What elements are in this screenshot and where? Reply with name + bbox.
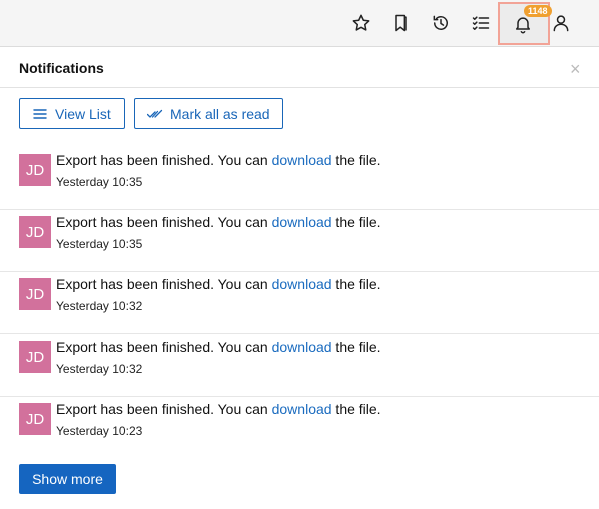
history-icon[interactable] xyxy=(426,8,456,38)
notification-message: Export has been finished. You can downlo… xyxy=(56,401,381,417)
avatar: JD xyxy=(19,403,51,435)
notification-item: JD Export has been finished. You can dow… xyxy=(0,335,599,397)
view-list-button[interactable]: View List xyxy=(19,98,125,129)
notification-item: JD Export has been finished. You can dow… xyxy=(0,210,599,272)
star-icon[interactable] xyxy=(346,8,376,38)
notification-message: Export has been finished. You can downlo… xyxy=(56,214,381,230)
bell-icon xyxy=(516,17,530,34)
notification-time: Yesterday 10:35 xyxy=(56,175,143,189)
mark-all-read-label: Mark all as read xyxy=(170,105,270,122)
close-icon[interactable]: × xyxy=(570,60,581,78)
avatar: JD xyxy=(19,154,51,186)
view-list-label: View List xyxy=(55,105,111,122)
notification-time: Yesterday 10:32 xyxy=(56,362,143,376)
bookmark-icon[interactable] xyxy=(386,8,416,38)
checklist-icon[interactable] xyxy=(466,8,496,38)
double-check-icon xyxy=(147,109,163,118)
top-toolbar: 1148 xyxy=(0,0,599,47)
notification-time: Yesterday 10:35 xyxy=(56,237,143,251)
list-icon xyxy=(33,108,47,119)
avatar: JD xyxy=(19,341,51,373)
notification-item: JD Export has been finished. You can dow… xyxy=(0,148,599,210)
notifications-bell-button[interactable]: 1148 xyxy=(498,2,552,45)
download-link[interactable]: download xyxy=(272,276,332,292)
notification-time: Yesterday 10:23 xyxy=(56,424,143,438)
show-more-button[interactable]: Show more xyxy=(19,464,116,494)
notification-message: Export has been finished. You can downlo… xyxy=(56,152,381,168)
notification-time: Yesterday 10:32 xyxy=(56,299,143,313)
user-icon[interactable] xyxy=(546,8,576,38)
download-link[interactable]: download xyxy=(272,401,332,417)
download-link[interactable]: download xyxy=(272,214,332,230)
download-link[interactable]: download xyxy=(272,152,332,168)
notification-item: JD Export has been finished. You can dow… xyxy=(0,397,599,459)
notification-item: JD Export has been finished. You can dow… xyxy=(0,272,599,334)
download-link[interactable]: download xyxy=(272,339,332,355)
avatar: JD xyxy=(19,216,51,248)
panel-title: Notifications xyxy=(19,60,104,76)
avatar: JD xyxy=(19,278,51,310)
mark-all-read-button[interactable]: Mark all as read xyxy=(134,98,283,129)
notification-message: Export has been finished. You can downlo… xyxy=(56,339,381,355)
notifications-header: Notifications × xyxy=(0,48,599,88)
notification-message: Export has been finished. You can downlo… xyxy=(56,276,381,292)
